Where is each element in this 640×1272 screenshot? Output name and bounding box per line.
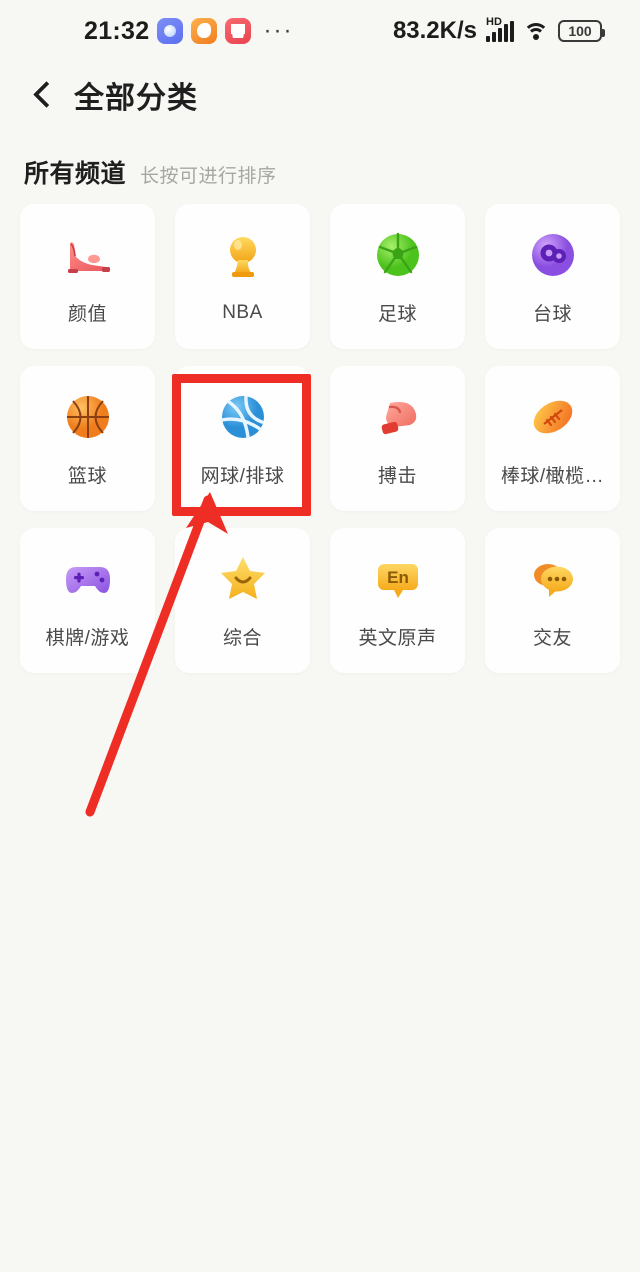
battery-level: 100 (568, 23, 592, 39)
channel-label: 棋牌/游戏 (45, 628, 130, 649)
page-title: 全部分类 (74, 82, 198, 115)
browser-app-icon (157, 18, 184, 44)
channel-card[interactable]: 篮球 (20, 366, 155, 511)
channel-label: 搏击 (377, 466, 417, 487)
nav-bar: 全部分类 (0, 62, 640, 128)
section-hint: 长按可进行排序 (140, 166, 277, 187)
status-bar-left: 21:32 ··· (84, 17, 293, 46)
channel-label: 颜值 (67, 304, 107, 325)
billiard-ball-icon (525, 227, 581, 283)
channel-label: 交友 (532, 628, 572, 649)
chat-bubbles-icon (525, 551, 581, 607)
channel-grid: 颜值 NBA 足球 台球 篮球 网球/排球 搏击 棒球/橄榄… 棋牌/游戏 综合… (0, 204, 640, 673)
channel-card[interactable]: 足球 (330, 204, 465, 349)
channel-card[interactable]: 交友 (485, 528, 620, 673)
basketball-icon (60, 389, 116, 445)
signal-icon: HD (486, 16, 514, 42)
status-overflow-icon: ··· (263, 17, 294, 44)
channel-card[interactable]: 综合 (175, 528, 310, 673)
status-bar-right: 83.2K/s HD 100 (392, 16, 605, 45)
football-icon (525, 389, 581, 445)
status-time: 21:32 (84, 16, 150, 45)
channel-label: 网球/排球 (200, 466, 285, 487)
channel-card[interactable]: 网球/排球 (175, 366, 310, 511)
channel-card[interactable]: En 英文原声 (330, 528, 465, 673)
channel-label: 足球 (377, 304, 417, 325)
back-chevron-icon[interactable] (24, 78, 58, 112)
section-title: 所有频道 (24, 160, 127, 188)
channel-label: NBA (222, 301, 263, 323)
trophy-icon (215, 230, 271, 286)
channel-card[interactable]: NBA (175, 204, 310, 349)
channel-card[interactable]: 台球 (485, 204, 620, 349)
hd-label: HD (486, 16, 502, 28)
wifi-icon (523, 21, 549, 41)
en-bubble-icon: En (370, 551, 426, 607)
star-smile-icon (215, 551, 271, 607)
boxing-glove-icon (370, 389, 426, 445)
section-header: 所有频道 长按可进行排序 (0, 128, 640, 204)
high-heel-icon (60, 227, 116, 283)
channel-card[interactable]: 搏击 (330, 366, 465, 511)
volleyball-icon (215, 389, 271, 445)
channel-label: 台球 (532, 304, 572, 325)
channel-card[interactable]: 棒球/橄榄… (485, 366, 620, 511)
network-speed: 83.2K/s (392, 17, 477, 44)
svg-text:En: En (387, 568, 409, 587)
status-bar: 21:32 ··· 83.2K/s HD 100 (0, 0, 640, 62)
channel-card[interactable]: 棋牌/游戏 (20, 528, 155, 673)
red-app-icon (225, 18, 252, 44)
channel-label: 篮球 (67, 466, 107, 487)
channel-label: 棒球/橄榄… (500, 466, 605, 487)
channel-label: 综合 (222, 628, 262, 649)
orange-app-icon (191, 18, 218, 44)
channel-label: 英文原声 (358, 628, 437, 649)
gamepad-icon (60, 551, 116, 607)
battery-icon: 100 (558, 20, 605, 42)
channel-card[interactable]: 颜值 (20, 204, 155, 349)
soccer-ball-icon (370, 227, 426, 283)
